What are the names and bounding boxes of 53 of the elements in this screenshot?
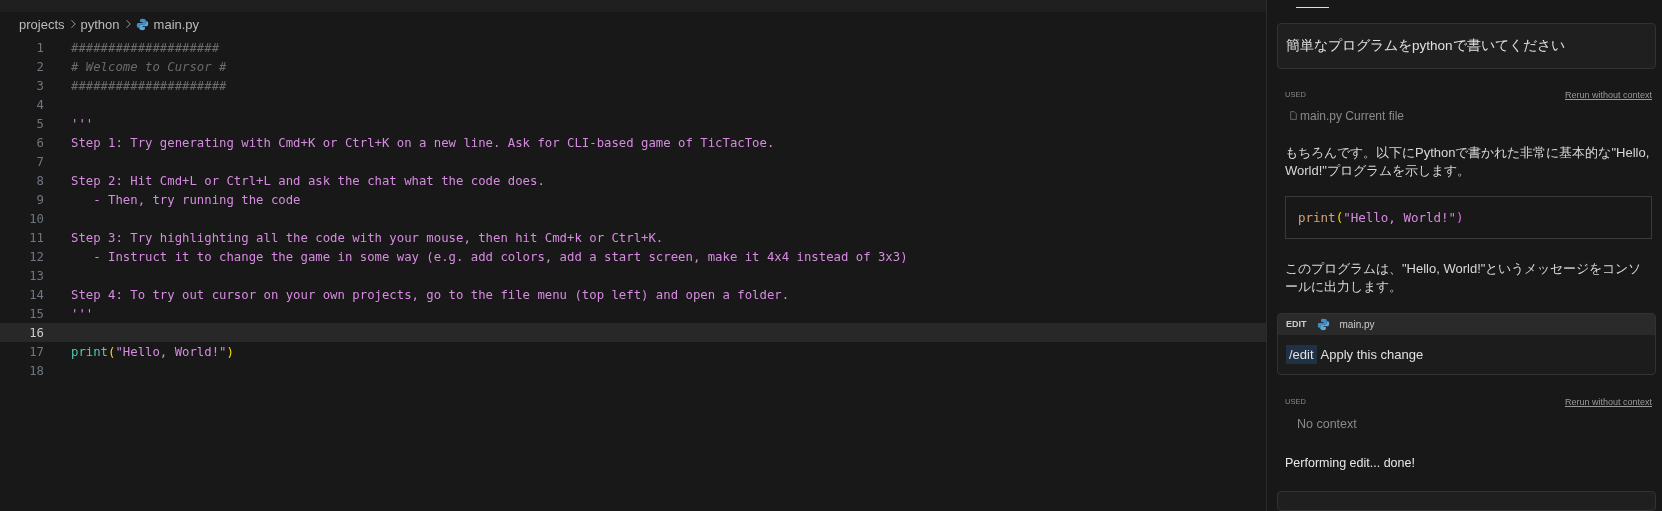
code-line: Step 1: Try generating with Cmd+K or Ctrl+K on a new line. Ask for CLI-based game of TicTacToe. xyxy=(71,135,775,150)
code-line: Step 2: Hit Cmd+L or Ctrl+L and ask the chat what the code does. xyxy=(71,173,545,188)
line-number: 9 xyxy=(35,192,44,207)
file-name: main.py xyxy=(1339,318,1375,330)
line-number: 10 xyxy=(28,211,44,226)
active-tab-indicator xyxy=(1296,7,1329,8)
edit-label: EDIT xyxy=(1286,319,1307,330)
python-icon xyxy=(1316,317,1330,331)
line-number: 17 xyxy=(28,344,44,359)
follow-up-field[interactable] xyxy=(1277,490,1656,511)
line-number: 3 xyxy=(35,78,44,93)
answer-text: もちろんです。以下にPythonで書かれた非常に基本的な"Hello, World!"プログラムを示します。 xyxy=(1285,143,1651,180)
line-number: 13 xyxy=(28,268,44,283)
line-number: 2 xyxy=(35,59,44,74)
explanation-text: このプログラムは、"Hello, World!"というメッセージをコンソールに出力します。 xyxy=(1285,259,1643,296)
file-reference[interactable]: main.py Current file xyxy=(1300,108,1405,123)
line-number: 1 xyxy=(35,40,44,55)
command-chip: /edit xyxy=(1286,344,1317,364)
line-number: 14 xyxy=(28,287,44,302)
line-number: 7 xyxy=(35,154,44,169)
line-number: 12 xyxy=(28,249,44,264)
breadcrumb-item[interactable]: main.py xyxy=(153,16,200,32)
line-number: 4 xyxy=(35,97,44,112)
chevron-right-icon xyxy=(124,19,131,29)
context-status: No context xyxy=(1297,416,1358,431)
status-text: Performing edit... done! xyxy=(1285,455,1416,470)
code-line: #################### xyxy=(71,40,220,55)
line-number: 11 xyxy=(28,230,44,245)
user-message: 簡単なプログラムをpythonで書いてください xyxy=(1277,22,1656,69)
line-number: 16 xyxy=(28,325,44,340)
file-icon xyxy=(1290,111,1297,121)
rerun-link[interactable]: Rerun without context xyxy=(1564,89,1652,100)
line-number: 6 xyxy=(35,135,44,150)
line-number: 15 xyxy=(28,306,44,321)
code-line: Step 4: To try out cursor on your own projects, go to the file menu (top left) and open a folder. xyxy=(71,287,790,302)
code-line: - Instruct it to change the game in some way (e.g. add colors, add a start screen, make it 4x4 instead of 3x3) xyxy=(92,249,908,264)
breadcrumb-item[interactable]: projects xyxy=(19,16,65,32)
line-number: 18 xyxy=(28,363,44,378)
chevron-right-icon xyxy=(69,19,76,29)
action-text: Apply this change xyxy=(1320,346,1424,362)
line-number: 8 xyxy=(35,173,44,188)
code-line: - Then, try running the code xyxy=(92,192,301,207)
code-line: print("Hello, World!") xyxy=(71,344,234,359)
code-line: ''' xyxy=(71,116,94,131)
code-block: print("Hello, World!") xyxy=(1285,195,1652,239)
code-line: ##################### xyxy=(71,78,227,93)
rerun-link[interactable]: Rerun without context xyxy=(1564,396,1652,407)
line-number: 5 xyxy=(35,116,44,131)
code-line: # Welcome to Cursor # xyxy=(71,59,227,74)
python-icon xyxy=(135,17,149,31)
code-line: ''' xyxy=(71,306,94,321)
code-line: Step 3: Try highlighting all the code with your mouse, then hit Cmd+k or Ctrl+K. xyxy=(71,230,664,245)
breadcrumb-item[interactable]: python xyxy=(80,16,120,32)
